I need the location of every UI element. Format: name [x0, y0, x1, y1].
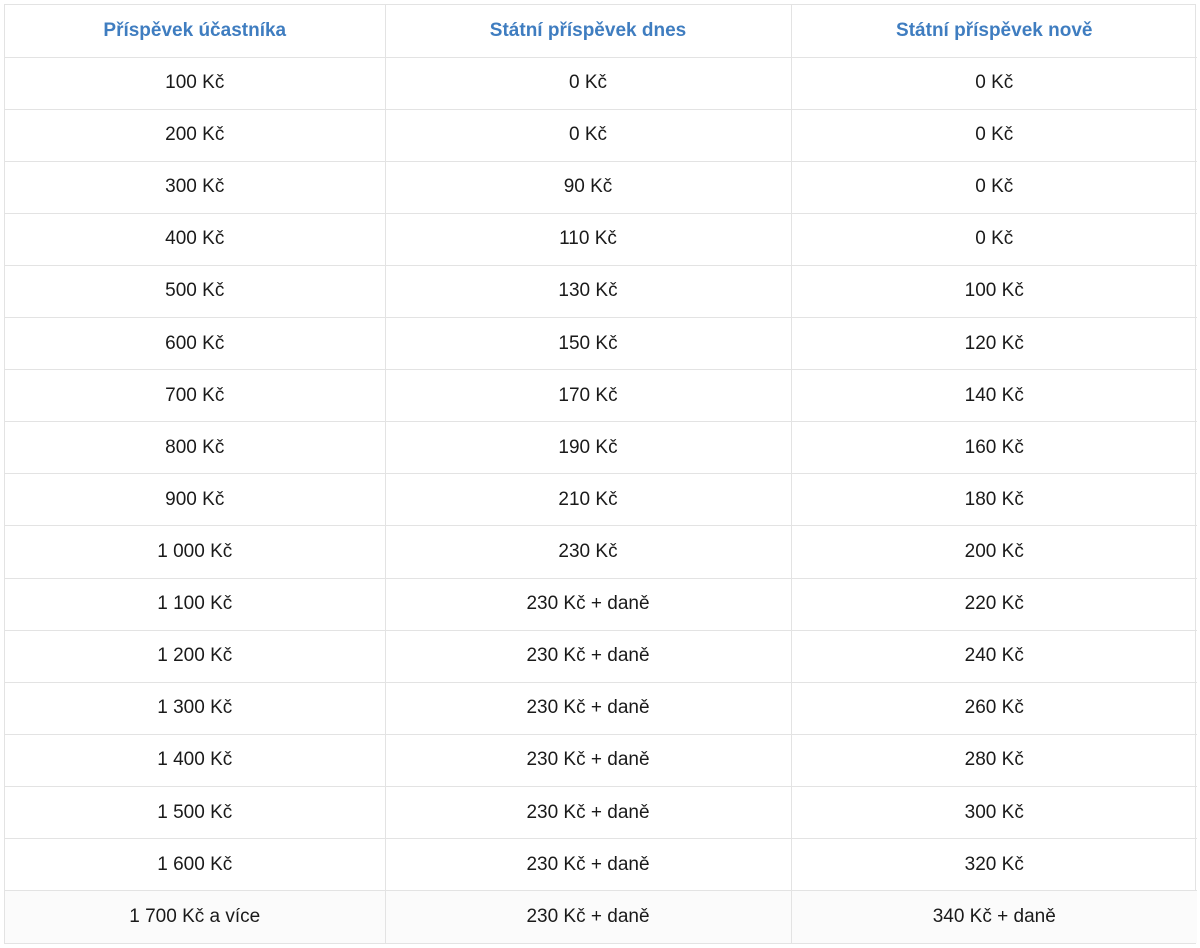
header-participant-contribution: Příspěvek účastníka — [5, 5, 386, 58]
participant-contribution-cell: 1 200 Kč — [5, 630, 386, 683]
participant-contribution-cell: 700 Kč — [5, 369, 386, 423]
state-contribution-new-cell: 120 Kč — [791, 317, 1197, 371]
state-contribution-new-cell: 0 Kč — [791, 57, 1197, 110]
contribution-table: Příspěvek účastníka Státní příspěvek dne… — [5, 5, 1197, 943]
state-contribution-new-cell: 160 Kč — [791, 421, 1197, 475]
state-contribution-today-cell: 230 Kč + daně — [385, 682, 792, 735]
state-contribution-new-cell: 280 Kč — [791, 734, 1197, 788]
state-contribution-today-cell: 150 Kč — [385, 317, 792, 371]
participant-contribution-cell: 1 300 Kč — [5, 682, 386, 735]
state-contribution-new-cell: 0 Kč — [791, 109, 1197, 162]
state-contribution-new-cell: 260 Kč — [791, 682, 1197, 735]
header-state-contribution-new: Státní příspěvek nově — [791, 5, 1197, 58]
table-row: 400 Kč 110 Kč 0 Kč — [5, 213, 1197, 266]
state-contribution-today-cell: 230 Kč + daně — [385, 578, 792, 631]
table-row: 900 Kč 210 Kč 180 Kč — [5, 473, 1197, 527]
state-contribution-today-cell: 0 Kč — [385, 57, 792, 110]
state-contribution-today-cell: 170 Kč — [385, 369, 792, 423]
contribution-table-container: Příspěvek účastníka Státní příspěvek dne… — [4, 4, 1197, 944]
participant-contribution-cell: 800 Kč — [5, 421, 386, 475]
participant-contribution-cell: 1 100 Kč — [5, 578, 386, 631]
table-row: 500 Kč 130 Kč 100 Kč — [5, 265, 1197, 319]
state-contribution-new-cell: 140 Kč — [791, 369, 1197, 423]
table-row: 800 Kč 190 Kč 160 Kč — [5, 421, 1197, 475]
participant-contribution-cell: 300 Kč — [5, 161, 386, 214]
participant-contribution-cell: 200 Kč — [5, 109, 386, 162]
state-contribution-new-cell: 180 Kč — [791, 473, 1197, 527]
state-contribution-new-cell: 320 Kč — [791, 838, 1197, 892]
state-contribution-new-cell: 300 Kč — [791, 786, 1197, 840]
participant-contribution-cell: 1 700 Kč a více — [5, 890, 386, 943]
table-row: 700 Kč 170 Kč 140 Kč — [5, 369, 1197, 423]
state-contribution-new-cell: 0 Kč — [791, 161, 1197, 214]
state-contribution-new-cell: 0 Kč — [791, 213, 1197, 266]
table-row: 1 100 Kč 230 Kč + daně 220 Kč — [5, 578, 1197, 631]
state-contribution-today-cell: 230 Kč + daně — [385, 630, 792, 683]
state-contribution-today-cell: 230 Kč + daně — [385, 734, 792, 788]
table-row: 200 Kč 0 Kč 0 Kč — [5, 109, 1197, 162]
table-row: 1 500 Kč 230 Kč + daně 300 Kč — [5, 786, 1197, 840]
state-contribution-new-cell: 240 Kč — [791, 630, 1197, 683]
participant-contribution-cell: 500 Kč — [5, 265, 386, 319]
header-state-contribution-today: Státní příspěvek dnes — [385, 5, 792, 58]
participant-contribution-cell: 1 600 Kč — [5, 838, 386, 892]
state-contribution-today-cell: 210 Kč — [385, 473, 792, 527]
table-row: 1 000 Kč 230 Kč 200 Kč — [5, 525, 1197, 579]
participant-contribution-cell: 600 Kč — [5, 317, 386, 371]
table-row: 1 400 Kč 230 Kč + daně 280 Kč — [5, 734, 1197, 788]
header-row: Příspěvek účastníka Státní příspěvek dne… — [5, 5, 1197, 58]
state-contribution-today-cell: 230 Kč + daně — [385, 786, 792, 840]
table-row: 300 Kč 90 Kč 0 Kč — [5, 161, 1197, 214]
state-contribution-new-cell: 100 Kč — [791, 265, 1197, 319]
participant-contribution-cell: 400 Kč — [5, 213, 386, 266]
table-row: 1 200 Kč 230 Kč + daně 240 Kč — [5, 630, 1197, 683]
participant-contribution-cell: 1 500 Kč — [5, 786, 386, 840]
table-row: 1 600 Kč 230 Kč + daně 320 Kč — [5, 838, 1197, 892]
state-contribution-today-cell: 0 Kč — [385, 109, 792, 162]
state-contribution-today-cell: 130 Kč — [385, 265, 792, 319]
participant-contribution-cell: 1 400 Kč — [5, 734, 386, 788]
table-body: 100 Kč 0 Kč 0 Kč 200 Kč 0 Kč 0 Kč 300 Kč 90 Kč 0… — [5, 57, 1197, 943]
participant-contribution-cell: 900 Kč — [5, 473, 386, 527]
table-row: 100 Kč 0 Kč 0 Kč — [5, 57, 1197, 110]
table-row: 1 700 Kč a více 230 Kč + daně 340 Kč + dan… — [5, 890, 1197, 943]
state-contribution-today-cell: 230 Kč + daně — [385, 838, 792, 892]
state-contribution-today-cell: 110 Kč — [385, 213, 792, 266]
table-header: Příspěvek účastníka Státní příspěvek dne… — [5, 5, 1197, 58]
state-contribution-today-cell: 190 Kč — [385, 421, 792, 475]
state-contribution-today-cell: 230 Kč — [385, 525, 792, 579]
table-row: 1 300 Kč 230 Kč + daně 260 Kč — [5, 682, 1197, 735]
state-contribution-new-cell: 200 Kč — [791, 525, 1197, 579]
state-contribution-new-cell: 340 Kč + daně — [791, 890, 1197, 943]
participant-contribution-cell: 100 Kč — [5, 57, 386, 110]
participant-contribution-cell: 1 000 Kč — [5, 525, 386, 579]
state-contribution-today-cell: 90 Kč — [385, 161, 792, 214]
table-row: 600 Kč 150 Kč 120 Kč — [5, 317, 1197, 371]
state-contribution-new-cell: 220 Kč — [791, 578, 1197, 631]
state-contribution-today-cell: 230 Kč + daně — [385, 890, 792, 943]
